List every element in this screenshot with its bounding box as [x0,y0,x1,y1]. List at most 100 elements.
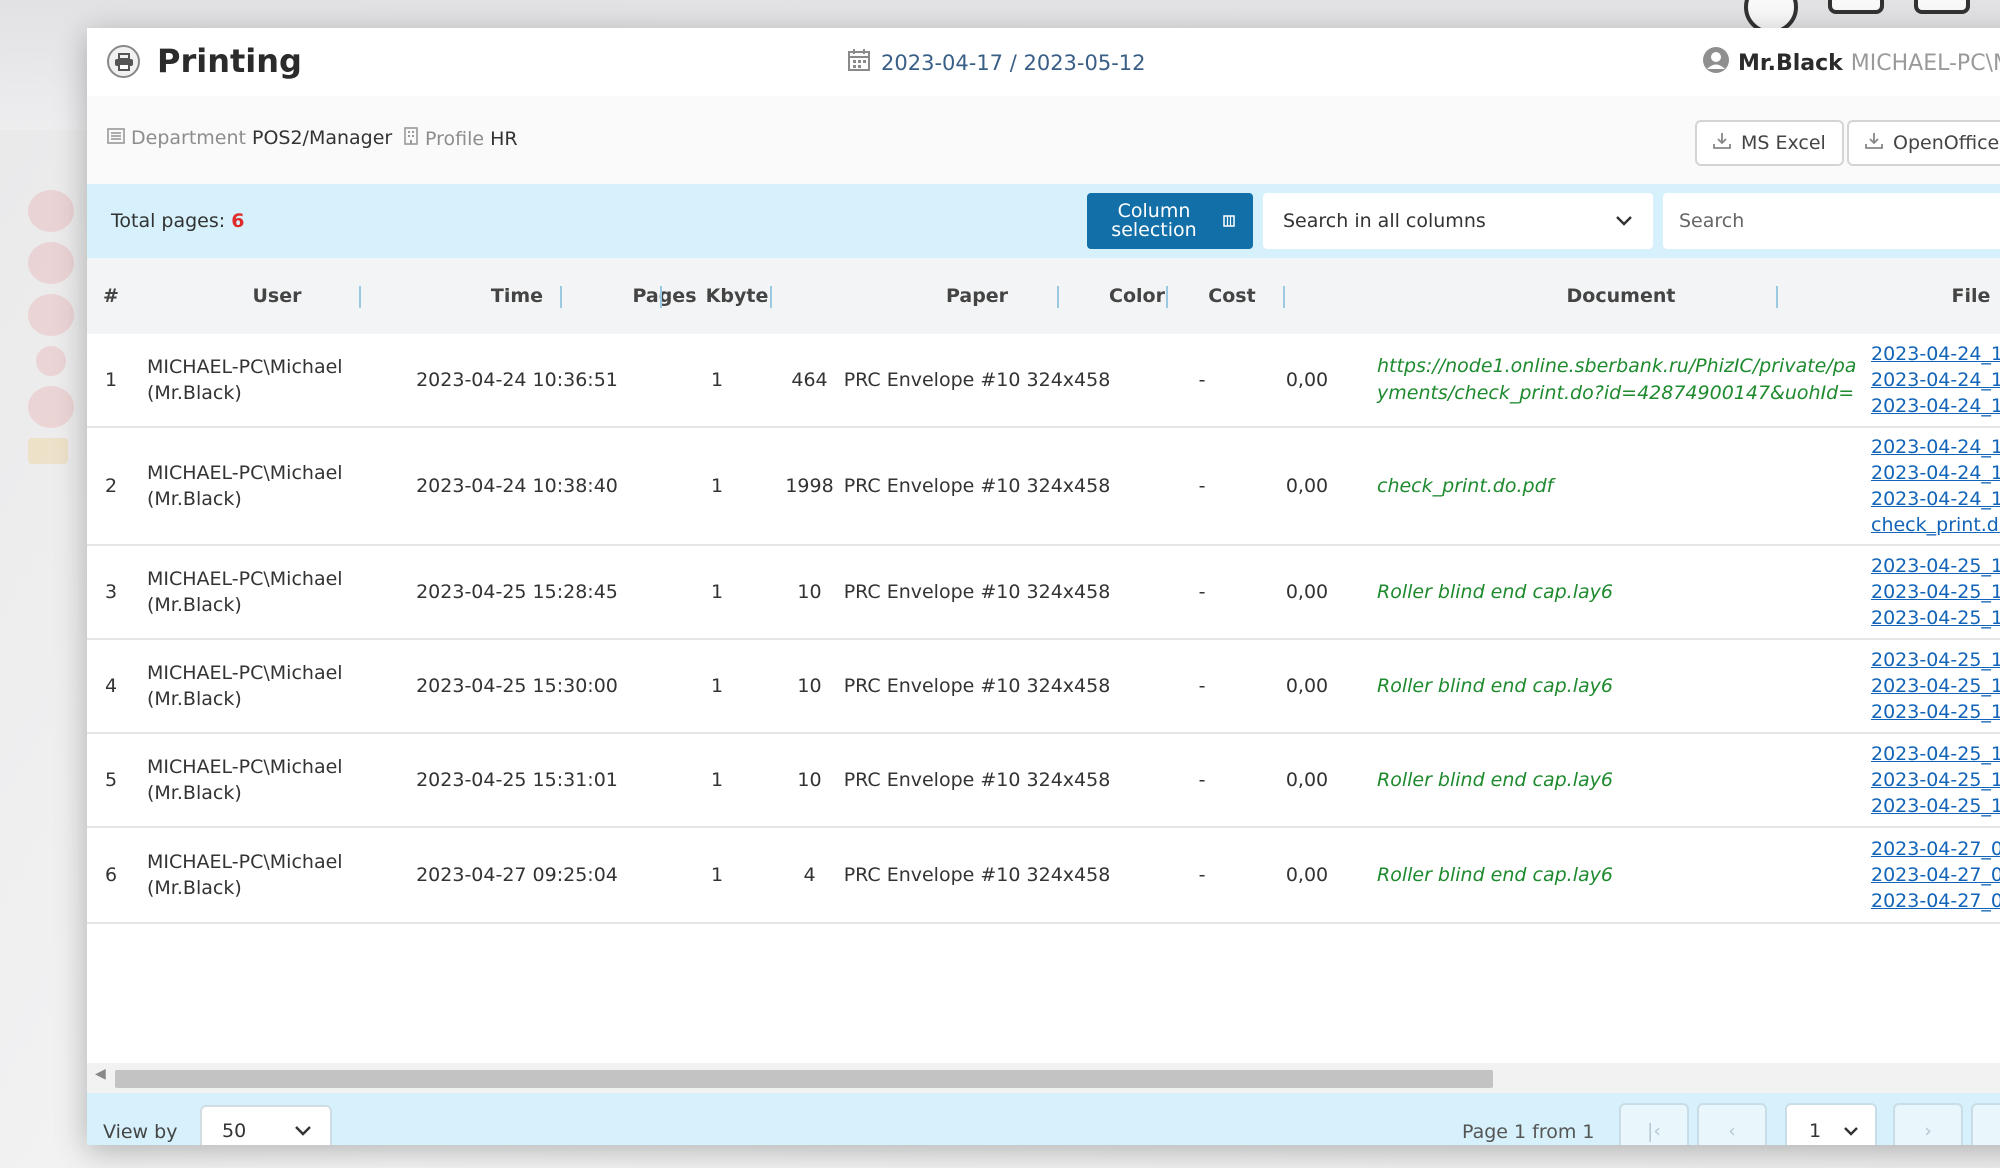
export-excel-button[interactable]: MS Excel [1695,120,1844,166]
cell-user: MICHAEL-PC\Michael (Mr.Black) [147,828,367,922]
table-row[interactable]: 5 MICHAEL-PC\Michael (Mr.Black) 2023-04-2… [87,734,2000,828]
user-line: (Mr.Black) [147,877,242,899]
profile-label: Profile [425,127,485,150]
file-link[interactable]: 2023-04-25_15-28-45_0 [1871,553,2000,579]
file-link[interactable]: 2023-04-25_15-31-01.jp [1871,793,2000,819]
printer-icon [107,45,140,78]
user-line: MICHAEL-PC\Michael [147,662,343,684]
previous-page-button[interactable]: ‹ [1697,1103,1767,1145]
date-range[interactable]: 2023-04-17 / 2023-05-12 [847,48,1146,77]
file-link[interactable]: 2023-04-27_09-25-04_0 [1871,862,2000,888]
cell-color: - [1198,864,1206,886]
column-header-num[interactable]: # [87,258,135,334]
file-link[interactable]: 2023-04-24_10-36-51.jp [1871,393,2000,419]
file-link[interactable]: 2023-04-27_09-25-04.jp [1871,888,2000,914]
chevron-down-icon [1615,210,1633,232]
column-separator[interactable] [1776,286,1778,308]
column-header-document[interactable]: Document [1377,258,1865,334]
next-page-icon: › [1924,1120,1932,1142]
user-line: MICHAEL-PC\Michael [147,356,343,378]
cell-time: 2023-04-24 10:38:40 [416,475,618,497]
file-link[interactable]: 2023-04-27_09-25-04_0 [1871,836,2000,862]
scrollbar-thumb[interactable] [115,1070,1493,1088]
search-mode-select[interactable]: Search in all columns [1263,193,1653,249]
user-line: MICHAEL-PC\Michael [147,851,343,873]
page-number-select[interactable]: 1 [1785,1103,1877,1145]
file-link[interactable]: 2023-04-25_15-28-45_0 [1871,579,2000,605]
cell-num: 5 [104,769,118,791]
department-info: Department POS2/Manager [107,127,392,149]
cell-cost: 0,00 [1285,369,1329,391]
cell-file: 2023-04-25_15-28-45_0 2023-04-25_15-28-4… [1871,546,2000,638]
column-separator[interactable] [1057,286,1059,308]
first-page-icon: |‹ [1647,1120,1661,1142]
file-link[interactable]: 2023-04-24_10-38-40_0 [1871,434,2000,460]
download-icon [1865,132,1883,155]
page-title: Printing [157,42,302,80]
file-link[interactable]: 2023-04-25_15-30-00_0 [1871,647,2000,673]
horizontal-scrollbar[interactable]: ◀ [87,1063,2000,1093]
file-link[interactable]: check_print.do.pdf [1871,512,2000,538]
user-line: (Mr.Black) [147,594,242,616]
cell-document: Roller blind end cap.lay6 [1377,674,1613,697]
date-range-text: 2023-04-17 / 2023-05-12 [881,50,1146,75]
table-row[interactable]: 3 MICHAEL-PC\Michael (Mr.Black) 2023-04-2… [87,546,2000,640]
cell-color: - [1198,369,1206,391]
cell-pages: 1 [710,675,724,697]
last-page-button[interactable] [1971,1103,2000,1145]
cell-document: Roller blind end cap.lay6 [1377,863,1613,886]
department-label: Department [131,127,246,149]
user-line: (Mr.Black) [147,782,242,804]
column-header-file[interactable]: File [1871,258,2000,334]
first-page-button[interactable]: |‹ [1619,1103,1689,1145]
file-link[interactable]: 2023-04-24_10-38-40_0 [1871,460,2000,486]
cell-pages: 1 [710,769,724,791]
cell-file: 2023-04-27_09-25-04_0 2023-04-27_09-25-0… [1871,828,2000,922]
info-bar: Department POS2/Manager Profile HR MS Ex… [87,96,2000,184]
file-link[interactable]: 2023-04-24_10-36-51_0 [1871,367,2000,393]
file-link[interactable]: 2023-04-25_15-30-00_0 [1871,673,2000,699]
column-separator[interactable] [770,286,772,308]
total-pages: Total pages: 6 [111,210,244,232]
search-mode-value: Search in all columns [1283,210,1486,232]
column-header-cost[interactable]: Cost [1177,258,1287,334]
file-link[interactable]: 2023-04-24_10-38-40.jp [1871,486,2000,512]
calendar-icon [847,48,871,77]
column-header-user[interactable]: User [177,258,377,334]
view-by-select[interactable]: 50 [200,1105,332,1145]
table-row[interactable]: 6 MICHAEL-PC\Michael (Mr.Black) 2023-04-2… [87,828,2000,924]
search-input[interactable] [1663,193,2000,249]
total-pages-value: 6 [231,210,245,232]
chevron-down-icon [294,1120,312,1142]
background-sidebar-icon [28,438,68,464]
table-row[interactable]: 1 MICHAEL-PC\Michael (Mr.Black) 2023-04-2… [87,334,2000,428]
next-page-button[interactable]: › [1893,1103,1963,1145]
cell-color: - [1198,475,1206,497]
file-link[interactable]: 2023-04-25_15-30-00.jp [1871,699,2000,725]
export-openoffice-button[interactable]: OpenOffice [1847,120,2000,166]
table-row[interactable]: 4 MICHAEL-PC\Michael (Mr.Black) 2023-04-2… [87,640,2000,734]
column-separator[interactable] [560,286,562,308]
table-row[interactable]: 2 MICHAEL-PC\Michael (Mr.Black) 2023-04-2… [87,428,2000,546]
column-separator[interactable] [1166,286,1168,308]
column-separator[interactable] [359,286,361,308]
department-value: POS2/Manager [251,127,393,149]
cell-paper: PRC Envelope #10 324x458 [843,369,1111,391]
view-by-value: 50 [222,1120,247,1142]
cell-document: Roller blind end cap.lay6 [1377,580,1613,603]
column-separator[interactable] [660,286,662,308]
file-link[interactable]: 2023-04-25_15-31-01_0 [1871,741,2000,767]
cell-color: - [1198,581,1206,603]
file-link[interactable]: 2023-04-24_10-36-51_0 [1871,341,2000,367]
column-separator[interactable] [1283,286,1285,308]
scroll-left-icon[interactable]: ◀ [95,1066,106,1082]
cell-file: 2023-04-24_10-38-40_0 2023-04-24_10-38-4… [1871,428,2000,544]
cell-user: MICHAEL-PC\Michael (Mr.Black) [147,734,367,826]
table-toolbar: Total pages: 6 Column selection Search i… [87,184,2000,258]
current-user: Mr.Black MICHAEL-PC\M [1702,46,2000,80]
file-link[interactable]: 2023-04-25_15-28-45.jp [1871,605,2000,631]
cell-paper: PRC Envelope #10 324x458 [843,769,1111,791]
file-link[interactable]: 2023-04-25_15-31-01_0 [1871,767,2000,793]
cell-cost: 0,00 [1285,864,1329,886]
column-selection-button[interactable]: Column selection [1087,193,1253,249]
